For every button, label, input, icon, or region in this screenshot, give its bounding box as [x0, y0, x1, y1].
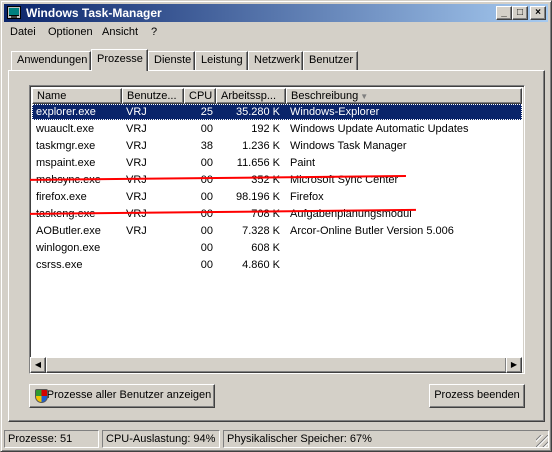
scrollbar-thumb[interactable] — [46, 357, 507, 373]
cell-user: VRJ — [126, 140, 147, 152]
scroll-left-icon[interactable]: ◀ — [30, 357, 46, 373]
cell-cpu: 00 — [200, 242, 213, 254]
cell-cpu: 00 — [200, 123, 213, 135]
cell-name: csrss.exe — [36, 259, 83, 271]
resize-grip-icon[interactable] — [536, 435, 548, 447]
process-row[interactable]: AOButler.exe VRJ 00 7.328 K Arcor-Online But… — [32, 223, 522, 240]
cell-user: VRJ — [126, 225, 147, 237]
cell-name: wuauclt.exe — [36, 123, 95, 135]
cell-name: winlogon.exe — [36, 242, 101, 254]
horizontal-scrollbar[interactable]: ◀ ▶ — [30, 357, 522, 373]
cell-desc: Windows-Explorer — [290, 106, 380, 118]
cell-cpu: 00 — [200, 157, 213, 169]
cell-mem: 98.196 K — [235, 191, 280, 203]
minimize-button[interactable]: _ — [496, 6, 512, 20]
cell-name: mspaint.exe — [36, 157, 96, 169]
cell-mem: 35.280 K — [235, 106, 280, 118]
cell-cpu: 00 — [200, 225, 213, 237]
cell-name: taskmgr.exe — [36, 140, 96, 152]
cell-mem: 1.236 K — [242, 140, 280, 152]
tab-benutzer[interactable]: Benutzer — [303, 51, 358, 70]
column-header-description[interactable]: Beschreibung ▼ — [286, 88, 522, 104]
column-header-user[interactable]: Benutze... — [122, 88, 184, 104]
tab-leistung[interactable]: Leistung — [195, 51, 248, 70]
cell-mem: 11.656 K — [236, 157, 280, 169]
status-cpu-usage: CPU-Auslastung: 94% — [102, 430, 220, 448]
menu-optionen[interactable]: Optionen — [48, 26, 93, 38]
cell-cpu: 38 — [200, 140, 213, 152]
cell-cpu: 00 — [200, 259, 213, 271]
process-list[interactable]: Name Benutze... CPU Arbeitssp... Beschre… — [29, 85, 525, 374]
cell-mem: 608 K — [251, 242, 280, 254]
cell-mem: 7.328 K — [242, 225, 280, 237]
status-memory-usage: Physikalischer Speicher: 67% — [223, 430, 549, 448]
process-row[interactable]: mspaint.exe VRJ 00 11.656 K Paint — [32, 155, 522, 172]
cell-name: firefox.exe — [36, 191, 87, 203]
scroll-right-icon[interactable]: ▶ — [506, 357, 522, 373]
cell-cpu: 00 — [200, 208, 213, 220]
title-bar[interactable]: Windows Task-Manager _ □ × — [4, 4, 548, 22]
status-process-count: Prozesse: 51 — [4, 430, 99, 448]
menu-help[interactable]: ? — [151, 26, 157, 38]
window-title: Windows Task-Manager — [26, 6, 162, 20]
task-manager-window: Windows Task-Manager _ □ × Datei Optione… — [0, 0, 552, 452]
maximize-button[interactable]: □ — [512, 6, 528, 20]
list-header: Name Benutze... CPU Arbeitssp... Beschre… — [32, 88, 522, 104]
tab-prozesse[interactable]: Prozesse — [91, 49, 148, 71]
cell-user: VRJ — [126, 157, 147, 169]
menu-datei[interactable]: Datei — [10, 26, 36, 38]
menu-ansicht[interactable]: Ansicht — [102, 26, 138, 38]
process-row[interactable]: mobsync.exeVRJ00352 KMicrosoft Sync Cent… — [32, 172, 522, 189]
tab-strip: Anwendungen Prozesse Dienste Leistung Ne… — [11, 49, 543, 71]
cell-name: explorer.exe — [36, 106, 96, 118]
column-header-memory[interactable]: Arbeitssp... — [216, 88, 286, 104]
column-header-cpu[interactable]: CPU — [184, 88, 216, 104]
end-process-button[interactable]: Prozess beenden — [429, 384, 525, 408]
cell-desc: Firefox — [290, 191, 324, 203]
tab-dienste[interactable]: Dienste — [148, 51, 195, 70]
process-row[interactable]: taskeng.exeVRJ00708 KAufgabenplanungsmod… — [32, 206, 522, 223]
show-all-processes-button[interactable]: Prozesse aller Benutzer anzeigen — [29, 384, 215, 408]
cell-user: VRJ — [126, 123, 147, 135]
task-manager-icon — [7, 6, 21, 19]
shield-icon — [35, 389, 48, 403]
cell-user: VRJ — [126, 174, 147, 186]
process-row[interactable]: wuauclt.exe VRJ 00 192 K Windows Update Auto… — [32, 121, 522, 138]
cell-cpu: 00 — [200, 174, 213, 186]
cell-user: VRJ — [126, 208, 147, 220]
process-row[interactable]: firefox.exe VRJ 00 98.196 K Firefox — [32, 189, 522, 206]
tab-netzwerk[interactable]: Netzwerk — [248, 51, 303, 70]
cell-desc: Arcor-Online Butler Version 5.006 — [290, 225, 454, 237]
cell-name: AOButler.exe — [36, 225, 101, 237]
cell-user: VRJ — [126, 191, 147, 203]
sort-descending-icon: ▼ — [360, 92, 369, 101]
close-button[interactable]: × — [530, 6, 546, 20]
cell-user: VRJ — [126, 106, 147, 118]
column-header-name[interactable]: Name — [32, 88, 122, 104]
cell-desc: Windows Update Automatic Updates — [290, 123, 469, 135]
cell-desc: Paint — [290, 157, 316, 169]
cell-cpu: 00 — [200, 191, 213, 203]
cell-mem: 192 K — [251, 123, 280, 135]
process-row[interactable]: explorer.exe VRJ 25 35.280 K Windows-Explore… — [32, 104, 522, 121]
cell-desc: Windows Task Manager — [290, 140, 407, 152]
process-row[interactable]: csrss.exe 00 4.860 K — [32, 257, 522, 274]
tab-anwendungen[interactable]: Anwendungen — [11, 51, 91, 70]
cell-cpu: 25 — [200, 106, 213, 118]
status-bar: Prozesse: 51 CPU-Auslastung: 94% Physika… — [4, 430, 549, 448]
cell-mem: 4.860 K — [242, 259, 280, 271]
process-row[interactable]: winlogon.exe 00 608 K — [32, 240, 522, 257]
process-row[interactable]: taskmgr.exe VRJ 38 1.236 K Windows Task Mana… — [32, 138, 522, 155]
